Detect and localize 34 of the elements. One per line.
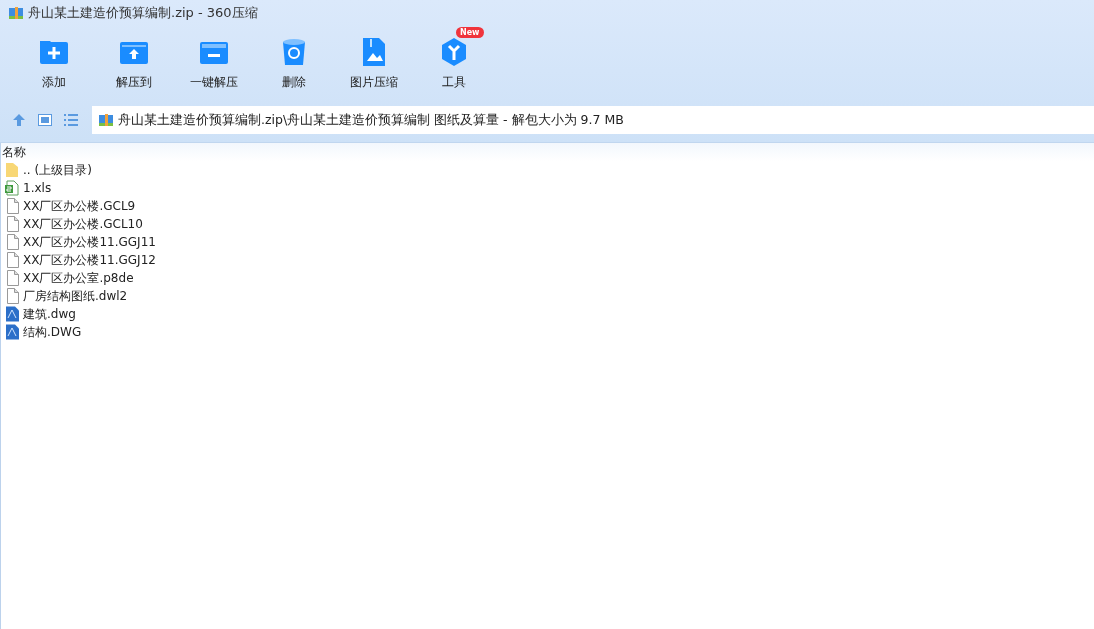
document-icon <box>4 288 20 304</box>
file-name[interactable]: XX厂区办公楼11.GGJ12 <box>23 251 156 269</box>
file-name[interactable]: XX厂区办公楼.GCL10 <box>23 215 143 233</box>
document-icon <box>4 216 20 232</box>
window-title: 舟山某土建造价预算编制.zip - 360压缩 <box>28 4 258 22</box>
drawing-file-icon <box>4 324 20 340</box>
spreadsheet-icon <box>4 180 20 196</box>
address-field[interactable]: 舟山某土建造价预算编制.zip\舟山某土建造价预算编制 图纸及算量 - 解包大小为 9.7 MB <box>92 106 1094 134</box>
file-name[interactable]: .. (上级目录) <box>23 161 92 179</box>
file-name[interactable]: 1.xls <box>23 181 52 195</box>
file-name[interactable]: 厂房结构图纸.dwl2 <box>23 287 128 305</box>
archive-icon <box>8 5 24 21</box>
toolbar-button[interactable]: 一键解压 <box>174 26 254 100</box>
document-icon <box>4 198 20 214</box>
document-icon <box>4 252 20 268</box>
toolbar-button[interactable]: 添加 <box>14 26 94 100</box>
toolbar-button[interactable]: 解压到 <box>94 26 174 100</box>
file-name[interactable]: XX厂区办公室.p8de <box>23 269 134 287</box>
file-name[interactable]: XX厂区办公楼.GCL9 <box>23 197 136 215</box>
new-badge: New <box>456 27 484 38</box>
up-arrow-icon[interactable] <box>12 113 26 127</box>
list-view-icon[interactable] <box>64 114 78 126</box>
toolbar-button[interactable]: 图片压缩 <box>334 26 414 100</box>
file-name[interactable]: XX厂区办公楼11.GGJ11 <box>23 233 156 251</box>
file-name[interactable]: 结构.DWG <box>23 323 82 341</box>
archive-icon <box>98 112 114 128</box>
thumbnail-view-icon[interactable] <box>38 114 52 126</box>
toolbar-button[interactable]: New 工具 <box>414 26 494 100</box>
drawing-file-icon <box>4 306 20 322</box>
toolbar-button[interactable]: 删除 <box>254 26 334 100</box>
document-icon <box>4 234 20 250</box>
document-icon <box>4 270 20 286</box>
column-header[interactable]: 名称 <box>1 143 26 161</box>
file-name[interactable]: 建筑.dwg <box>23 305 76 323</box>
